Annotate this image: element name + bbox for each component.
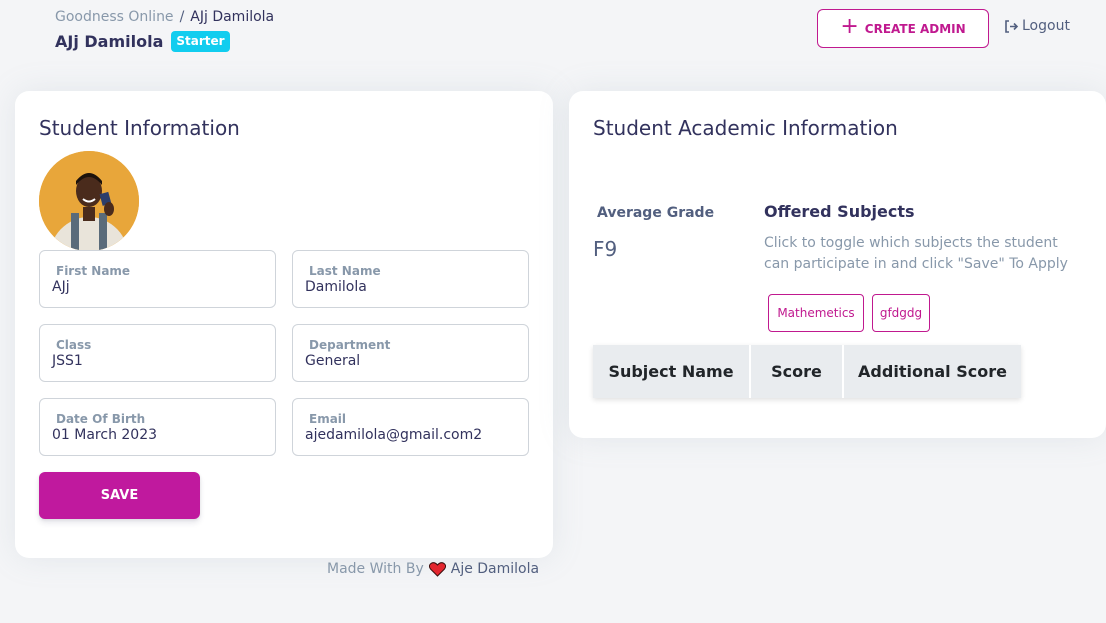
breadcrumb: Goodness Online / AJj Damilola <box>55 9 274 25</box>
department-value[interactable]: General <box>305 353 360 369</box>
email-field[interactable]: Email ajedamilola@gmail.com2 <box>292 398 529 456</box>
email-label: Email <box>309 412 347 426</box>
class-field[interactable]: Class JSS1 <box>39 324 276 382</box>
department-label: Department <box>309 338 391 352</box>
average-grade-label: Average Grade <box>597 205 715 221</box>
first-name-value[interactable]: AJj <box>52 279 70 295</box>
sign-out-icon <box>1005 19 1019 33</box>
column-header-score: Score <box>751 345 844 398</box>
student-information-title: Student Information <box>39 116 240 140</box>
student-information-card: Student Information First Name AJj Last … <box>15 91 553 558</box>
create-admin-label: CREATE ADMIN <box>864 21 966 36</box>
student-academic-information-title: Student Academic Information <box>593 116 898 140</box>
avatar <box>39 151 139 251</box>
create-admin-button[interactable]: + CREATE ADMIN <box>817 9 989 48</box>
last-name-field[interactable]: Last Name Damilola <box>292 250 529 308</box>
breadcrumb-root[interactable]: Goodness Online <box>55 9 174 25</box>
logout-label: Logout <box>1022 18 1070 34</box>
subject-chip-mathematics[interactable]: Mathemetics <box>768 294 864 332</box>
plus-icon: + <box>840 14 859 39</box>
last-name-value[interactable]: Damilola <box>305 279 367 295</box>
last-name-label: Last Name <box>309 264 381 278</box>
first-name-field[interactable]: First Name AJj <box>39 250 276 308</box>
breadcrumb-separator: / <box>179 9 185 25</box>
class-value[interactable]: JSS1 <box>52 353 83 369</box>
heart-icon <box>428 561 446 577</box>
email-value[interactable]: ajedamilola@gmail.com2 <box>305 427 482 443</box>
footer: Made With By Aje Damilola <box>327 561 539 577</box>
offered-subjects-help: Click to toggle which subjects the stude… <box>764 235 1068 272</box>
date-of-birth-field[interactable]: Date Of Birth 01 March 2023 <box>39 398 276 456</box>
department-field[interactable]: Department General <box>292 324 529 382</box>
footer-prefix: Made With By <box>327 561 424 577</box>
save-button[interactable]: SAVE <box>39 472 200 519</box>
plan-badge: Starter <box>171 31 230 53</box>
logout-link[interactable]: Logout <box>1004 18 1070 34</box>
date-of-birth-label: Date Of Birth <box>56 412 146 426</box>
breadcrumb-current: AJj Damilola <box>190 9 275 25</box>
column-header-additional-score: Additional Score <box>844 345 1021 398</box>
subjects-table: Subject Name Score Additional Score <box>593 345 1021 398</box>
class-label: Class <box>56 338 92 352</box>
footer-author: Aje Damilola <box>450 561 540 577</box>
page-title: AJj Damilola Starter <box>55 31 230 53</box>
column-header-subject-name: Subject Name <box>593 345 751 398</box>
first-name-label: First Name <box>56 264 131 278</box>
subject-chip-gfdgdg[interactable]: gfdgdg <box>872 294 930 332</box>
date-of-birth-value[interactable]: 01 March 2023 <box>52 427 157 443</box>
student-academic-information-card: Student Academic Information Average Gra… <box>569 91 1106 438</box>
average-grade-value: F9 <box>593 237 618 261</box>
offered-subjects-title: Offered Subjects <box>764 202 915 221</box>
page-title-text: AJj Damilola <box>55 32 164 52</box>
